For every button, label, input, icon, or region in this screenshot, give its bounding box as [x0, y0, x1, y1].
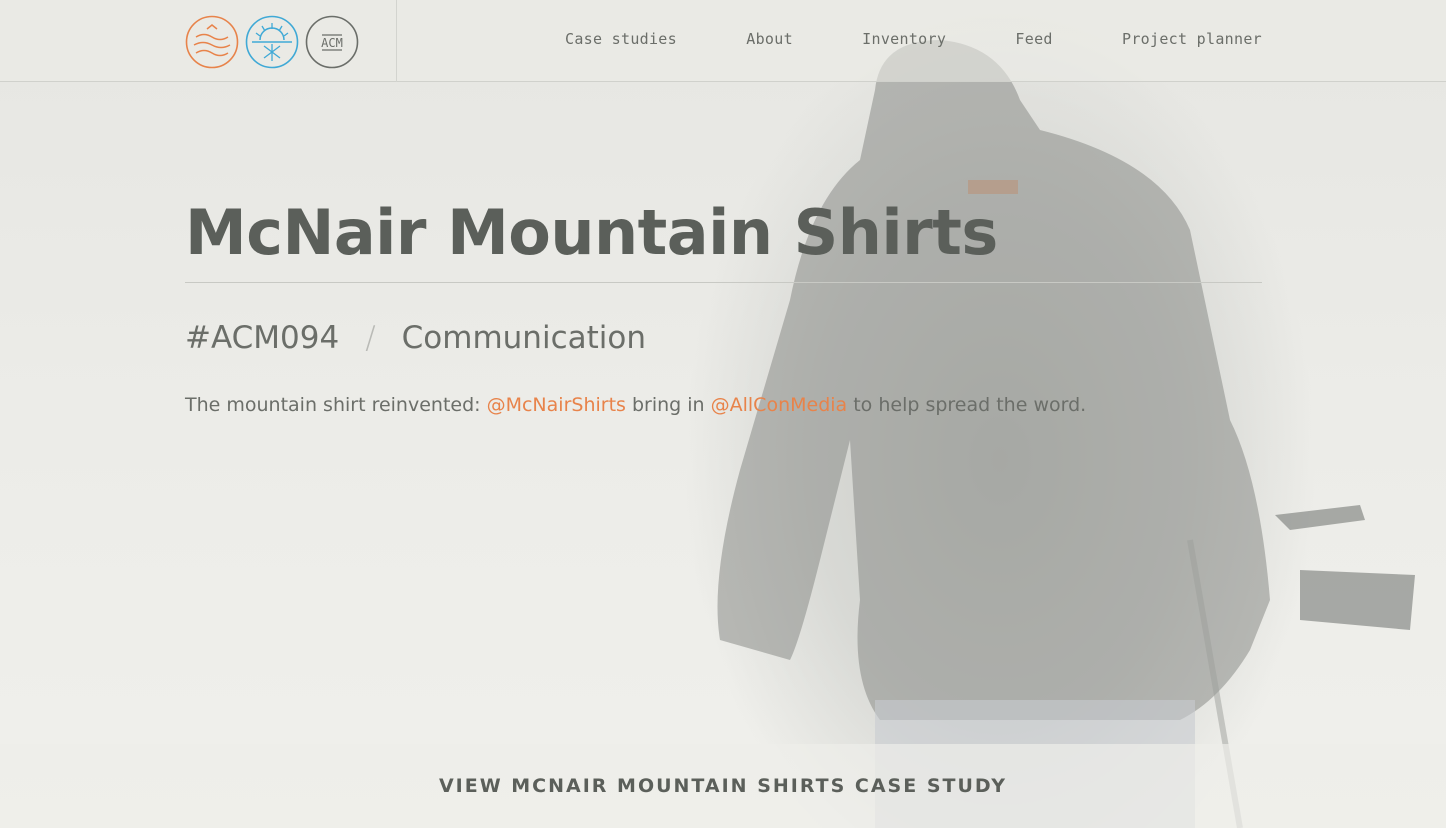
nav-about[interactable]: About — [746, 30, 793, 48]
logo-group[interactable]: ACM — [185, 14, 359, 70]
sun-snowflake-logo-icon — [245, 15, 299, 69]
nav-feed[interactable]: Feed — [1015, 30, 1052, 48]
desc-suffix: to help spread the word. — [847, 394, 1087, 416]
cta-bar: VIEW MCNAIR MOUNTAIN SHIRTS CASE STUDY — [0, 744, 1446, 828]
view-case-study-button[interactable]: VIEW MCNAIR MOUNTAIN SHIRTS CASE STUDY — [439, 775, 1007, 797]
acm-logo-icon: ACM — [305, 15, 359, 69]
project-description: The mountain shirt reinvented: @McNairSh… — [185, 394, 1086, 416]
nav-project-planner[interactable]: Project planner — [1122, 30, 1262, 48]
main-nav: Case studies About Inventory Feed Projec… — [565, 30, 1262, 48]
nav-case-studies[interactable]: Case studies — [565, 30, 677, 48]
mention-mcnairshirts-link[interactable]: @McNairShirts — [487, 394, 626, 416]
nav-inventory[interactable]: Inventory — [862, 30, 946, 48]
meta-separator: / — [365, 320, 376, 356]
waves-logo-icon — [185, 15, 239, 69]
desc-prefix: The mountain shirt reinvented: — [185, 394, 487, 416]
svg-text:ACM: ACM — [321, 36, 343, 50]
title-divider — [185, 282, 1262, 283]
page-title: McNair Mountain Shirts — [185, 196, 998, 269]
site-header: ACM Case studies About Inventory Feed Pr… — [0, 0, 1446, 82]
mention-allconmedia-link[interactable]: @AllConMedia — [711, 394, 848, 416]
project-category: Communication — [401, 320, 646, 356]
desc-middle: bring in — [625, 394, 711, 416]
header-divider — [396, 0, 397, 82]
project-meta: #ACM094 / Communication — [185, 320, 646, 356]
project-code: #ACM094 — [185, 320, 340, 356]
